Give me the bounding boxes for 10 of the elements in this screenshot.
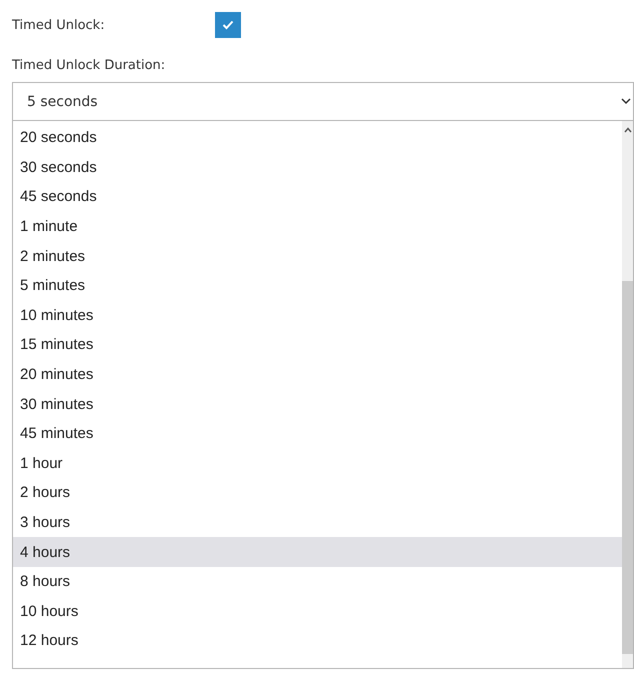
checkbox[interactable] xyxy=(215,12,241,38)
scrollbar[interactable] xyxy=(622,121,633,668)
chevron-down-icon xyxy=(621,98,631,105)
checkmark-icon xyxy=(222,20,234,30)
scrollbar-thumb[interactable] xyxy=(622,281,633,654)
scroll-up-icon[interactable] xyxy=(624,127,632,133)
field-label: Timed Unlock: xyxy=(12,18,106,32)
field-label: Timed Unlock Duration: xyxy=(12,58,166,73)
duration-dropdown[interactable]: 5 seconds xyxy=(12,82,634,121)
dropdown-option[interactable]: 4 hours xyxy=(13,537,622,567)
